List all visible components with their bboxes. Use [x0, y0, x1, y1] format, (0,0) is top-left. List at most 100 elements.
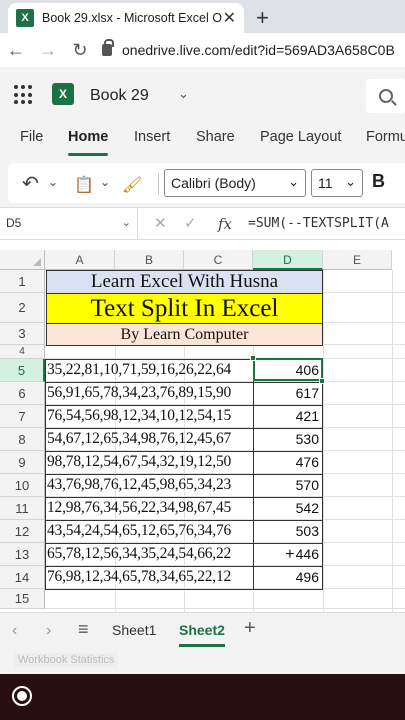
- format-painter-icon[interactable]: 🖌: [122, 175, 142, 195]
- row-header-1[interactable]: 1: [0, 270, 45, 293]
- status-bar: Workbook Statistics: [0, 648, 405, 674]
- cell-d10[interactable]: 570: [254, 474, 322, 496]
- column-header-b[interactable]: B: [115, 250, 184, 270]
- record-icon[interactable]: [12, 686, 32, 706]
- cell-d8[interactable]: 530: [254, 428, 322, 450]
- document-name[interactable]: Book 29: [90, 87, 149, 105]
- row-header-8[interactable]: 8: [0, 428, 45, 451]
- select-all-corner[interactable]: [0, 250, 45, 270]
- tab-page-layout[interactable]: Page Layout: [260, 129, 341, 145]
- tab-share[interactable]: Share: [196, 129, 235, 145]
- cell-a6[interactable]: 56,91,65,78,34,23,76,89,15,90: [47, 382, 253, 404]
- chevron-down-icon[interactable]: ⌄: [178, 86, 189, 102]
- all-sheets-menu-icon[interactable]: ≡: [78, 619, 89, 640]
- forward-arrow-icon[interactable]: →: [32, 40, 64, 61]
- undo-icon[interactable]: ↶: [22, 171, 39, 196]
- cell-a7[interactable]: 76,54,56,98,12,34,10,12,54,15: [47, 405, 253, 427]
- cell-cursor-icon: +: [285, 546, 295, 563]
- enter-check-icon[interactable]: ✓: [184, 214, 197, 232]
- url-text: onedrive.live.com/edit?id=569AD3A658C0B: [122, 42, 395, 58]
- row-header-4[interactable]: 4: [0, 345, 45, 359]
- column-header-e[interactable]: E: [323, 250, 392, 270]
- sheet-tab-bar: ‹ › ≡ Sheet1 Sheet2 +: [0, 612, 405, 648]
- insert-function-button[interactable]: fx: [218, 215, 232, 233]
- chevron-down-icon[interactable]: ⌄: [100, 175, 110, 189]
- selection-handle[interactable]: [319, 378, 325, 384]
- cell-a10[interactable]: 43,76,98,76,12,45,98,65,34,23: [47, 474, 253, 496]
- column-header-a[interactable]: A: [45, 250, 115, 270]
- banner-title-cell[interactable]: Learn Excel With Husna: [46, 270, 323, 294]
- cell-a12[interactable]: 43,54,24,54,65,12,65,76,34,76: [47, 520, 253, 542]
- font-name-dropdown[interactable]: Calibri (Body) ⌄: [164, 169, 306, 197]
- row-header-3[interactable]: 3: [0, 323, 45, 345]
- cell-d11[interactable]: 542: [254, 497, 322, 519]
- browser-tab[interactable]: X Book 29.xlsx - Microsoft Excel O ✕: [8, 3, 244, 33]
- sum-value: 496: [295, 569, 319, 585]
- toolbar-divider: [158, 173, 159, 195]
- font-size-dropdown[interactable]: 11 ⌄: [311, 169, 363, 197]
- cancel-icon[interactable]: ✕: [154, 214, 167, 232]
- cell-a8[interactable]: 54,67,12,65,34,98,76,12,45,67: [47, 428, 253, 450]
- tab-formulas[interactable]: Formu: [366, 129, 405, 145]
- cell-d6[interactable]: 617: [254, 382, 322, 404]
- sum-value: 421: [295, 408, 319, 424]
- sheet-tab-1[interactable]: Sheet1: [112, 622, 156, 638]
- cell-d9[interactable]: 476: [254, 451, 322, 473]
- app-launcher-icon[interactable]: [14, 85, 34, 105]
- add-sheet-icon[interactable]: +: [244, 617, 256, 640]
- video-overlay-bar: [0, 674, 405, 720]
- spreadsheet-grid[interactable]: A B C D E 1 2 3 4 5 6 7 8 9 10 11 12 13 14 15 Learn Excel Wi…: [0, 250, 405, 612]
- excel-favicon-icon: X: [16, 9, 34, 27]
- name-box-value: D5: [6, 216, 22, 230]
- sum-value: 617: [295, 385, 319, 401]
- workbook-statistics-button[interactable]: Workbook Statistics: [14, 653, 119, 667]
- url-field[interactable]: onedrive.live.com/edit?id=569AD3A658C0B: [102, 39, 395, 58]
- column-header-c[interactable]: C: [184, 250, 253, 270]
- excel-logo-icon: X: [52, 83, 74, 105]
- close-tab-icon[interactable]: ✕: [223, 8, 236, 28]
- cell-a13[interactable]: 65,78,12,56,34,35,24,54,66,22: [47, 543, 253, 565]
- chevron-down-icon: ⌄: [121, 217, 131, 229]
- row-header-6[interactable]: 6: [0, 382, 45, 405]
- row-header-14[interactable]: 14: [0, 566, 45, 589]
- cell-d7[interactable]: 421: [254, 405, 322, 427]
- clipboard-paste-icon[interactable]: 📋: [74, 175, 94, 195]
- browser-tab-strip: X Book 29.xlsx - Microsoft Excel O ✕ +: [0, 0, 405, 33]
- cell-d12[interactable]: 503: [254, 520, 322, 542]
- tab-insert[interactable]: Insert: [134, 129, 170, 145]
- new-tab-icon[interactable]: +: [256, 5, 269, 31]
- banner-subtitle-cell[interactable]: Text Split In Excel: [46, 293, 323, 324]
- cell-d13[interactable]: +446: [254, 543, 322, 565]
- selection-handle[interactable]: [250, 355, 256, 361]
- cell-a14[interactable]: 76,98,12,34,65,78,34,65,22,12: [47, 566, 253, 588]
- row-header-5[interactable]: 5: [0, 359, 45, 382]
- scroll-right-icon[interactable]: ›: [46, 622, 51, 640]
- cell-a11[interactable]: 12,98,76,34,56,22,34,98,67,45: [47, 497, 253, 519]
- name-box[interactable]: D5 ⌄: [0, 208, 138, 240]
- row-header-12[interactable]: 12: [0, 520, 45, 543]
- row-header-10[interactable]: 10: [0, 474, 45, 497]
- back-arrow-icon[interactable]: ←: [0, 40, 32, 61]
- tab-home[interactable]: Home: [68, 129, 109, 156]
- sheet-tab-2[interactable]: Sheet2: [179, 622, 225, 647]
- tab-file[interactable]: File: [20, 129, 43, 145]
- search-button[interactable]: [366, 79, 405, 113]
- formula-bar: D5 ⌄ ✕ ✓ fx =SUM(--TEXTSPLIT(A: [0, 207, 405, 240]
- cell-d14[interactable]: 496: [254, 566, 322, 588]
- row-header-15[interactable]: 15: [0, 589, 45, 609]
- row-header-11[interactable]: 11: [0, 497, 45, 520]
- row-header-2[interactable]: 2: [0, 293, 45, 323]
- chevron-down-icon[interactable]: ⌄: [48, 175, 58, 189]
- cell-a5[interactable]: 35,22,81,10,71,59,16,26,22,64: [47, 359, 253, 381]
- column-header-d[interactable]: D: [253, 250, 323, 270]
- row-header-9[interactable]: 9: [0, 451, 45, 474]
- formula-input[interactable]: =SUM(--TEXTSPLIT(A: [248, 216, 389, 231]
- chevron-down-icon: ⌄: [288, 174, 299, 189]
- scroll-left-icon[interactable]: ‹: [12, 622, 17, 640]
- row-header-13[interactable]: 13: [0, 543, 45, 566]
- banner-author-cell[interactable]: By Learn Computer: [46, 323, 323, 346]
- cell-a9[interactable]: 98,78,12,54,67,54,32,19,12,50: [47, 451, 253, 473]
- reload-icon[interactable]: ↻: [64, 40, 96, 61]
- bold-button[interactable]: B: [372, 171, 385, 192]
- row-header-7[interactable]: 7: [0, 405, 45, 428]
